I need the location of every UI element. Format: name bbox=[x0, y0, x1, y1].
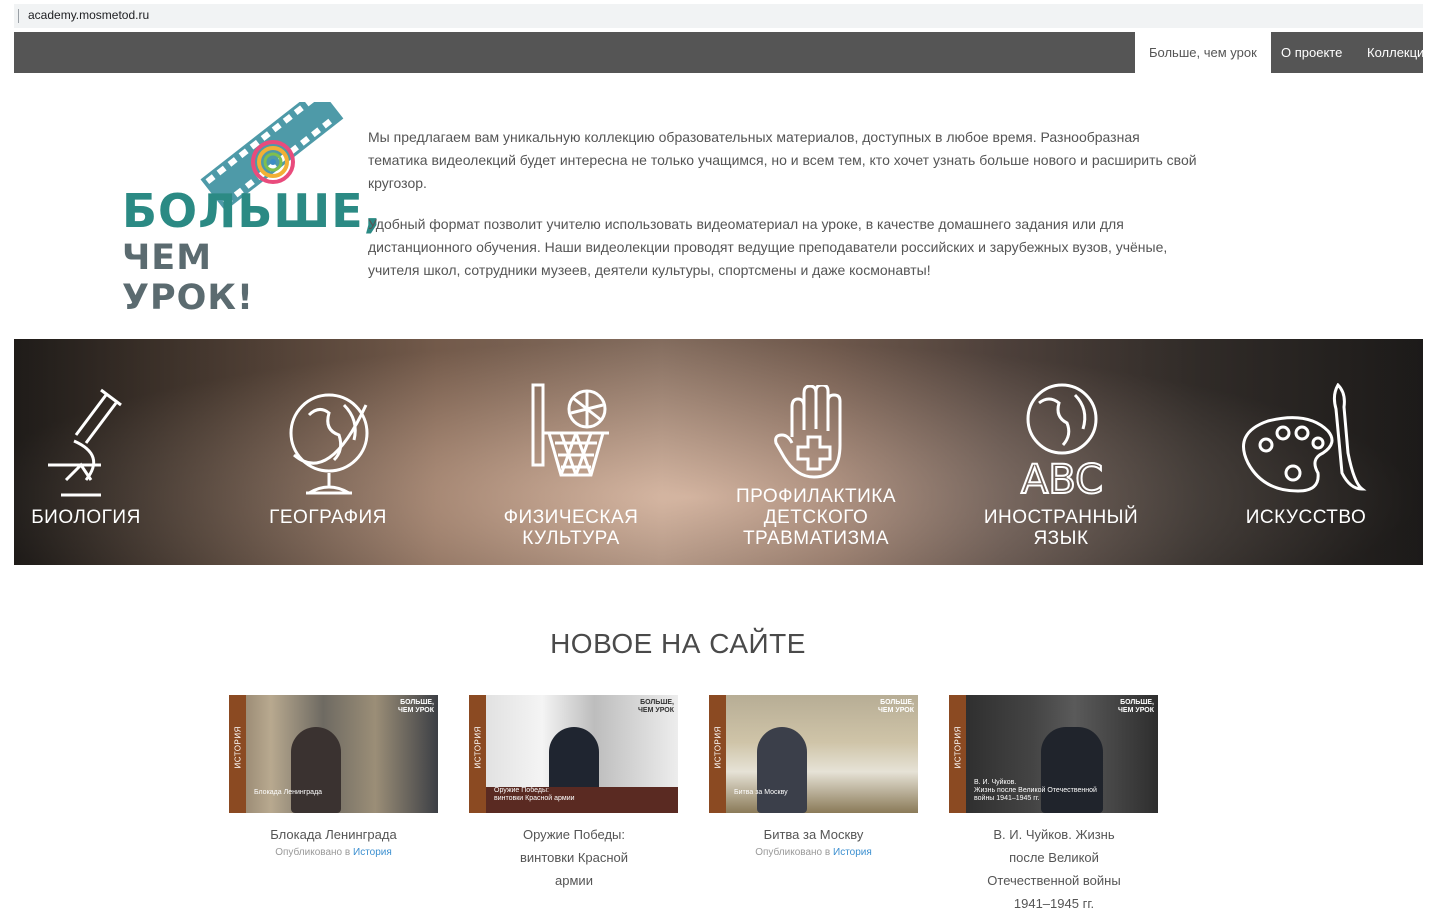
thumb-category-label: ИСТОРИЯ bbox=[473, 726, 483, 769]
thumb-brand-logo: БОЛЬШЕ, ЧЕМ УРОК bbox=[877, 699, 914, 714]
top-navigation: Больше, чем урок О проекте Коллекции bbox=[14, 32, 1423, 73]
intro-text: Мы предлагаем вам уникальную коллекцию о… bbox=[368, 126, 1198, 300]
intro-paragraph-2: Удобный формат позволит учителю использо… bbox=[368, 216, 1168, 278]
subject-label: ГЕОГРАФИЯ bbox=[269, 507, 387, 528]
basketball-hoop-icon bbox=[531, 383, 609, 477]
subject-art[interactable]: ИСКУССТВО bbox=[1234, 339, 1379, 565]
lecturer-figure bbox=[757, 727, 807, 813]
address-url[interactable]: academy.mosmetod.ru bbox=[28, 8, 149, 22]
video-thumbnail[interactable]: ИСТОРИЯ БОЛЬШЕ, ЧЕМ УРОК Блокада Ленингр… bbox=[229, 695, 438, 813]
microscope-icon bbox=[48, 388, 122, 497]
news-section-title: НОВОЕ НА САЙТЕ bbox=[550, 628, 806, 659]
news-card[interactable]: ИСТОРИЯ БОЛЬШЕ, ЧЕМ УРОК Оружие Победы: … bbox=[469, 695, 678, 892]
thumb-category-label: ИСТОРИЯ bbox=[233, 726, 243, 769]
subject-label: ИНОСТРАННЫЙ ЯЗЫК bbox=[983, 507, 1139, 549]
nav-item-collections[interactable]: Коллекции bbox=[1367, 32, 1423, 73]
thumb-brand-logo: БОЛЬШЕ, ЧЕМ УРОК bbox=[637, 699, 674, 714]
subject-label: БИОЛОГИЯ bbox=[31, 507, 141, 528]
card-title-link[interactable]: Оружие Победы: винтовки Красной армии bbox=[509, 823, 639, 892]
published-prefix: Опубликовано в bbox=[755, 847, 831, 858]
logo-line-2: ЧЕМ УРОК! bbox=[122, 238, 254, 318]
subject-foreign-language[interactable]: ABC ИНОСТРАННЫЙ ЯЗЫК bbox=[984, 339, 1138, 565]
video-thumbnail[interactable]: ИСТОРИЯ БОЛЬШЕ, ЧЕМ УРОК Оружие Победы: … bbox=[469, 695, 678, 813]
thumb-category-strip: ИСТОРИЯ bbox=[229, 695, 246, 813]
category-link[interactable]: История bbox=[833, 847, 872, 858]
news-card[interactable]: ИСТОРИЯ БОЛЬШЕ, ЧЕМ УРОК Битва за Москву… bbox=[709, 695, 918, 858]
palette-icon bbox=[1242, 383, 1367, 493]
subject-geography[interactable]: ГЕОГРАФИЯ bbox=[254, 339, 399, 565]
thumb-caption: Битва за Москву bbox=[734, 789, 788, 796]
thumb-category-strip: ИСТОРИЯ bbox=[709, 695, 726, 813]
card-meta: Опубликовано в История bbox=[709, 847, 918, 858]
thumb-category-strip: ИСТОРИЯ bbox=[469, 695, 486, 813]
video-thumbnail[interactable]: ИСТОРИЯ БОЛЬШЕ, ЧЕМ УРОК Битва за Москву bbox=[709, 695, 918, 813]
subject-label: ФИЗИЧЕСКАЯ КУЛЬТУРА bbox=[503, 507, 639, 549]
subjects-banner: БИОЛОГИЯ ГЕОГРАФИЯ ФИЗИЧЕСКАЯ КУЛЬТУРА П… bbox=[14, 339, 1423, 565]
logo-line-1: БОЛЬШЕ, bbox=[122, 184, 383, 238]
card-title-link[interactable]: Битва за Москву bbox=[709, 823, 918, 846]
address-bar[interactable]: academy.mosmetod.ru bbox=[14, 4, 1423, 28]
subject-label: ИСКУССТВО bbox=[1245, 507, 1367, 528]
thumb-brand-logo: БОЛЬШЕ, ЧЕМ УРОК bbox=[397, 699, 434, 714]
globe-icon bbox=[289, 393, 369, 495]
category-link[interactable]: История bbox=[353, 847, 392, 858]
card-title-link[interactable]: В. И. Чуйков. Жизнь после Великой Отечес… bbox=[984, 823, 1124, 915]
nav-item-about[interactable]: О проекте bbox=[1281, 32, 1342, 73]
thumb-brand-logo: БОЛЬШЕ, ЧЕМ УРОК bbox=[1117, 699, 1154, 714]
thumb-caption: Блокада Ленинграда bbox=[254, 789, 323, 796]
thumb-caption: Оружие Победы: винтовки Красной армии bbox=[494, 787, 575, 802]
hand-cross-icon bbox=[774, 385, 842, 479]
subject-label: ПРОФИЛАКТИКА ДЕТСКОГО ТРАВМАТИЗМА bbox=[735, 486, 896, 549]
thumb-category-label: ИСТОРИЯ bbox=[713, 726, 723, 769]
subject-biology[interactable]: БИОЛОГИЯ bbox=[14, 339, 159, 565]
thumb-caption: В. И. Чуйков. Жизнь после Великой Отечес… bbox=[974, 779, 1097, 802]
svg-text:ABC: ABC bbox=[1021, 457, 1103, 498]
subject-physical-education[interactable]: ФИЗИЧЕСКАЯ КУЛЬТУРА bbox=[499, 339, 644, 565]
video-thumbnail[interactable]: ИСТОРИЯ БОЛЬШЕ, ЧЕМ УРОК В. И. Чуйков. Ж… bbox=[949, 695, 1158, 813]
news-card[interactable]: ИСТОРИЯ БОЛЬШЕ, ЧЕМ УРОК Блокада Ленингр… bbox=[229, 695, 438, 858]
thumb-category-label: ИСТОРИЯ bbox=[953, 726, 963, 769]
text-caret bbox=[18, 9, 19, 23]
lecturer-figure bbox=[291, 727, 341, 813]
card-meta: Опубликовано в История bbox=[229, 847, 438, 858]
project-logo[interactable]: БОЛЬШЕ, ЧЕМ УРОК! bbox=[118, 86, 381, 318]
subject-injury-prevention[interactable]: ПРОФИЛАКТИКА ДЕТСКОГО ТРАВМАТИЗМА bbox=[736, 339, 896, 565]
card-title-link[interactable]: Блокада Ленинграда bbox=[229, 823, 438, 846]
published-prefix: Опубликовано в bbox=[275, 847, 351, 858]
news-card[interactable]: ИСТОРИЯ БОЛЬШЕ, ЧЕМ УРОК В. И. Чуйков. Ж… bbox=[949, 695, 1158, 915]
nav-item-home[interactable]: Больше, чем урок bbox=[1135, 32, 1271, 73]
thumb-category-strip: ИСТОРИЯ bbox=[949, 695, 966, 813]
intro-paragraph-1: Мы предлагаем вам уникальную коллекцию о… bbox=[368, 129, 1197, 191]
globe-abc-icon: ABC bbox=[1020, 383, 1104, 498]
